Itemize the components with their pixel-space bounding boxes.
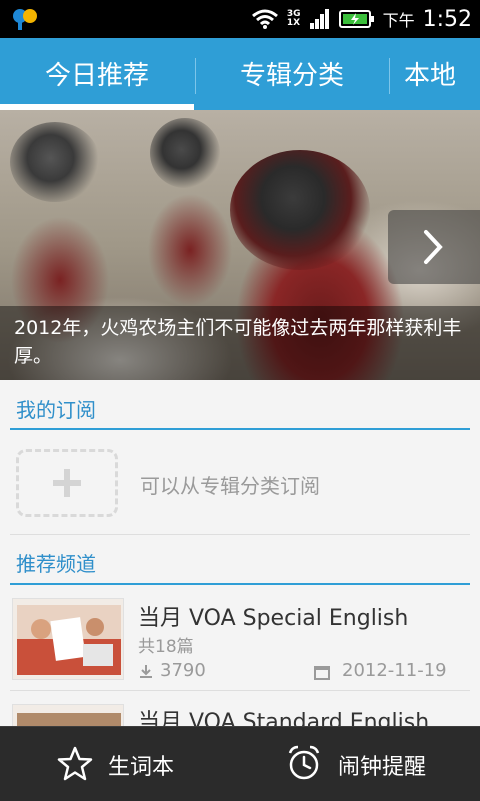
signal-icon — [309, 9, 329, 29]
network-1x-label: 1X — [286, 18, 301, 28]
channel-download-count: 3790 — [160, 660, 206, 681]
alarm-reminder-button[interactable]: 闹钟提醒 — [240, 727, 480, 801]
recommended-channels-title: 推荐频道 — [16, 552, 96, 576]
alarm-clock-icon — [288, 745, 320, 780]
tab-album-category[interactable]: 专辑分类 — [196, 38, 388, 110]
status-bar: 3G 1X 下午 1:52 — [0, 0, 480, 38]
chevron-right-icon — [424, 230, 443, 264]
banner-next-button[interactable] — [388, 210, 480, 284]
tab-local[interactable]: 本地 — [404, 38, 480, 110]
bottom-action-bar: 生词本 闹钟提醒 — [0, 726, 480, 801]
battery-charging-icon — [338, 10, 374, 28]
channel-item[interactable]: 当月 VOA Special English 共18篇 3790 2012-11… — [0, 592, 480, 688]
divider — [10, 534, 470, 535]
star-icon — [57, 746, 93, 781]
section-underline — [10, 428, 470, 430]
plus-icon — [53, 469, 81, 497]
banner-caption: 2012年，火鸡农场主们不可能像过去两年那样获利丰厚。 — [14, 317, 462, 367]
tab-separator — [389, 58, 390, 94]
time-prefix: 下午 — [382, 11, 415, 30]
add-subscription-button[interactable] — [16, 449, 118, 517]
alarm-reminder-label: 闹钟提醒 — [338, 755, 427, 780]
tab-bar: 今日推荐 专辑分类 本地 — [0, 38, 480, 110]
banner-photo-detail — [230, 150, 370, 270]
banner-photo-detail — [150, 118, 220, 188]
vocabulary-book-button[interactable]: 生词本 — [0, 727, 240, 801]
clock: 1:52 — [422, 6, 472, 32]
channel-article-count: 共18篇 — [138, 637, 194, 657]
channel-title: 当月 VOA Special English — [138, 606, 409, 631]
network-type: 3G 1X — [287, 10, 301, 28]
channel-thumbnail-image — [13, 599, 123, 679]
app-notification-icon — [13, 9, 37, 30]
my-subscriptions-title: 我的订阅 — [16, 398, 96, 422]
download-icon — [140, 665, 152, 678]
banner-photo-detail — [10, 122, 100, 202]
featured-banner[interactable]: 2012年，火鸡农场主们不可能像过去两年那样获利丰厚。 — [0, 110, 480, 380]
add-subscription-hint: 可以从专辑分类订阅 — [140, 474, 320, 498]
wifi-icon — [251, 9, 278, 29]
divider — [10, 690, 470, 691]
vocabulary-book-label: 生词本 — [108, 755, 175, 780]
section-underline — [10, 583, 470, 585]
channel-update-date: 2012-11-19 — [342, 660, 447, 681]
calendar-icon — [314, 666, 330, 680]
tab-today-recommend[interactable]: 今日推荐 — [0, 38, 194, 110]
channel-thumbnail — [12, 598, 124, 680]
